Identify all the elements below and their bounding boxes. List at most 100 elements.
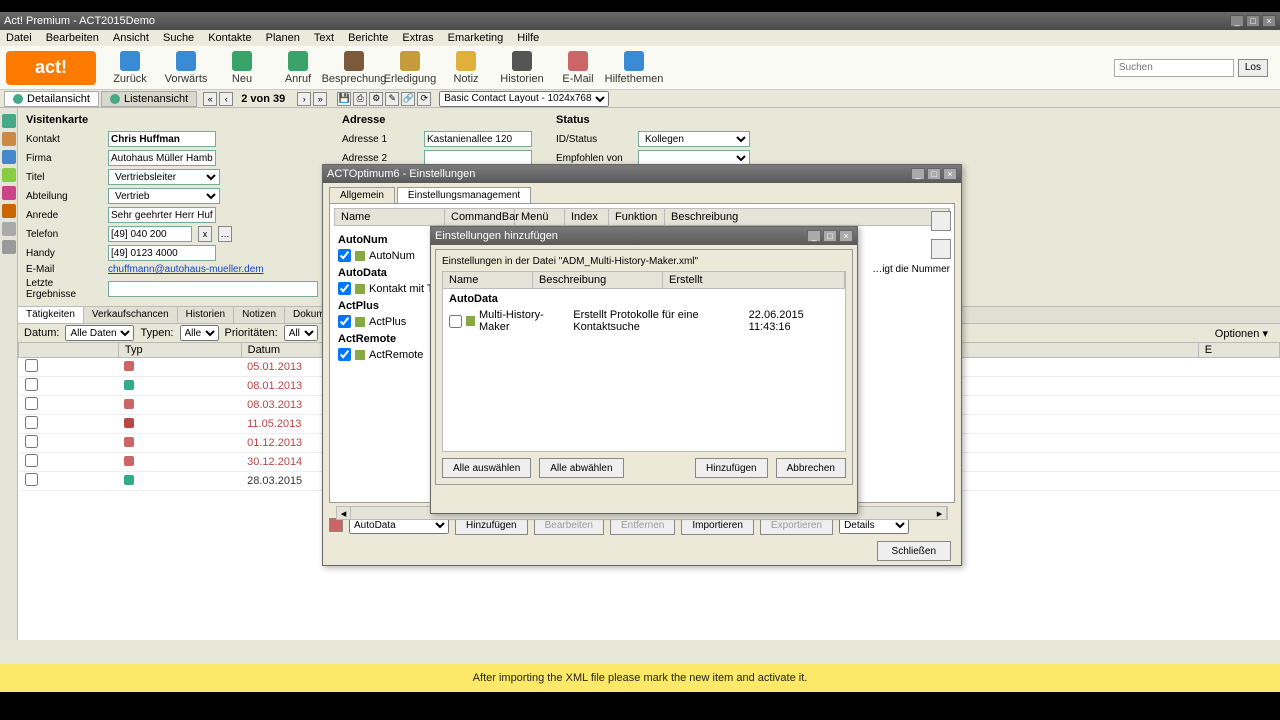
btab-0[interactable]: Tätigkeiten	[18, 307, 84, 323]
tb-zurück[interactable]: Zurück	[104, 48, 156, 88]
sb-dashboard-icon[interactable]	[2, 186, 16, 200]
row-checkbox[interactable]	[25, 378, 38, 391]
menu-text[interactable]: Text	[314, 32, 334, 44]
row-checkbox[interactable]	[25, 416, 38, 429]
tab-list[interactable]: Listenansicht	[101, 91, 197, 107]
row-checkbox[interactable]	[25, 473, 38, 486]
nav-next-icon[interactable]: ›	[297, 92, 311, 106]
titel-field[interactable]: Vertriebsleiter	[108, 169, 220, 185]
abteilung-field[interactable]: Vertrieb	[108, 188, 220, 204]
tool4-icon[interactable]: ⟳	[417, 92, 431, 106]
tb-historien[interactable]: Historien	[496, 48, 548, 88]
nav-last-icon[interactable]: »	[313, 92, 327, 106]
dlg2-row[interactable]: Multi-History-Maker Erstellt Protokolle …	[445, 307, 843, 335]
dlg1-max-icon[interactable]: □	[927, 168, 941, 180]
sb-contacts-icon[interactable]	[2, 114, 16, 128]
save-icon[interactable]: 💾	[337, 92, 351, 106]
filter-date[interactable]: Alle Daten	[65, 325, 134, 341]
dlg1-close-icon[interactable]: ×	[943, 168, 957, 180]
col-header[interactable]: E	[1198, 343, 1279, 358]
maximize-icon[interactable]: □	[1246, 15, 1260, 27]
tool-icon[interactable]: ⚙	[369, 92, 383, 106]
row-checkbox[interactable]	[25, 454, 38, 467]
row-checkbox[interactable]	[25, 397, 38, 410]
menu-planen[interactable]: Planen	[266, 32, 300, 44]
tel-ext-button[interactable]: x	[198, 226, 212, 242]
tb-besprechung[interactable]: Besprechung	[328, 48, 380, 88]
dlg2-list[interactable]: AutoData Multi-History-Maker Erstellt Pr…	[442, 289, 846, 452]
sb-email-icon[interactable]	[2, 168, 16, 182]
firma-field[interactable]	[108, 150, 216, 166]
filter-prio[interactable]: All	[284, 325, 318, 341]
tree-checkbox[interactable]	[338, 249, 351, 262]
options-link[interactable]: Optionen ▾	[1215, 327, 1268, 340]
tool2-icon[interactable]: ✎	[385, 92, 399, 106]
menu-hilfe[interactable]: Hilfe	[517, 32, 539, 44]
letzte-field[interactable]	[108, 281, 318, 297]
sb-opps-icon[interactable]	[2, 204, 16, 218]
menu-extras[interactable]: Extras	[402, 32, 433, 44]
btab-3[interactable]: Notizen	[234, 307, 285, 323]
select-all-button[interactable]: Alle auswählen	[442, 458, 531, 478]
row-checkbox[interactable]	[25, 359, 38, 372]
dlg2-add-button[interactable]: Hinzufügen	[695, 458, 768, 478]
print-icon[interactable]: ⎙	[353, 92, 367, 106]
menu-kontakte[interactable]: Kontakte	[208, 32, 251, 44]
tab-detail[interactable]: Detailansicht	[4, 91, 99, 107]
dlg1-tab-mgmt[interactable]: Einstellungsmanagement	[397, 187, 531, 203]
col-header[interactable]	[19, 343, 119, 358]
layout-select[interactable]: Basic Contact Layout - 1024x768	[439, 91, 609, 107]
btab-1[interactable]: Verkaufschancen	[84, 307, 178, 323]
tb-neu[interactable]: Neu	[216, 48, 268, 88]
deselect-all-button[interactable]: Alle abwählen	[539, 458, 623, 478]
dlg2-titlebar[interactable]: Einstellungen hinzufügen _□×	[431, 227, 857, 245]
sb-planner-icon[interactable]	[2, 132, 16, 146]
telefon-field[interactable]	[108, 226, 192, 242]
email-link[interactable]: chuffmann@autohaus-mueller.dem	[108, 264, 264, 275]
search-go-button[interactable]: Los	[1238, 59, 1268, 77]
search-input[interactable]	[1114, 59, 1234, 77]
addr1-field[interactable]	[424, 131, 532, 147]
filter-type[interactable]: Alle	[180, 325, 219, 341]
close-icon[interactable]: ×	[1262, 15, 1276, 27]
tb-anruf[interactable]: Anruf	[272, 48, 324, 88]
dlg2-row-checkbox[interactable]	[449, 315, 462, 328]
dlg2-cancel-button[interactable]: Abbrechen	[776, 458, 846, 478]
sb-reports-icon[interactable]	[2, 222, 16, 236]
row-checkbox[interactable]	[25, 435, 38, 448]
menu-berichte[interactable]: Berichte	[348, 32, 388, 44]
tree-checkbox[interactable]	[338, 282, 351, 295]
tb-e-mail[interactable]: E-Mail	[552, 48, 604, 88]
tool3-icon[interactable]: 🔗	[401, 92, 415, 106]
tree-checkbox[interactable]	[338, 348, 351, 361]
anrede-field[interactable]	[108, 207, 216, 223]
dlg2-max-icon[interactable]: □	[823, 230, 837, 242]
btab-2[interactable]: Historien	[178, 307, 234, 323]
move-down-icon[interactable]	[931, 239, 951, 259]
sb-search-icon[interactable]	[2, 240, 16, 254]
menu-datei[interactable]: Datei	[6, 32, 32, 44]
nav-first-icon[interactable]: «	[203, 92, 217, 106]
minimize-icon[interactable]: _	[1230, 15, 1244, 27]
idstatus-field[interactable]: Kollegen	[638, 131, 750, 147]
kontakt-field[interactable]	[108, 131, 216, 147]
close-button[interactable]: Schließen	[877, 541, 951, 561]
tel-dial-button[interactable]: …	[218, 226, 232, 242]
dlg1-min-icon[interactable]: _	[911, 168, 925, 180]
move-up-icon[interactable]	[931, 211, 951, 231]
col-header[interactable]: Typ	[118, 343, 241, 358]
tb-hilfethemen[interactable]: Hilfethemen	[608, 48, 660, 88]
menu-emarketing[interactable]: Emarketing	[448, 32, 504, 44]
dlg2-min-icon[interactable]: _	[807, 230, 821, 242]
tb-notiz[interactable]: Notiz	[440, 48, 492, 88]
sb-calendar-icon[interactable]	[2, 150, 16, 164]
dlg2-close-icon[interactable]: ×	[839, 230, 853, 242]
nav-prev-icon[interactable]: ‹	[219, 92, 233, 106]
dlg1-titlebar[interactable]: ACTOptimum6 - Einstellungen _□×	[323, 165, 961, 183]
dlg1-tab-general[interactable]: Allgemein	[329, 187, 395, 203]
menu-bearbeiten[interactable]: Bearbeiten	[46, 32, 99, 44]
tree-checkbox[interactable]	[338, 315, 351, 328]
handy-field[interactable]	[108, 245, 216, 261]
menu-ansicht[interactable]: Ansicht	[113, 32, 149, 44]
tb-vorwärts[interactable]: Vorwärts	[160, 48, 212, 88]
